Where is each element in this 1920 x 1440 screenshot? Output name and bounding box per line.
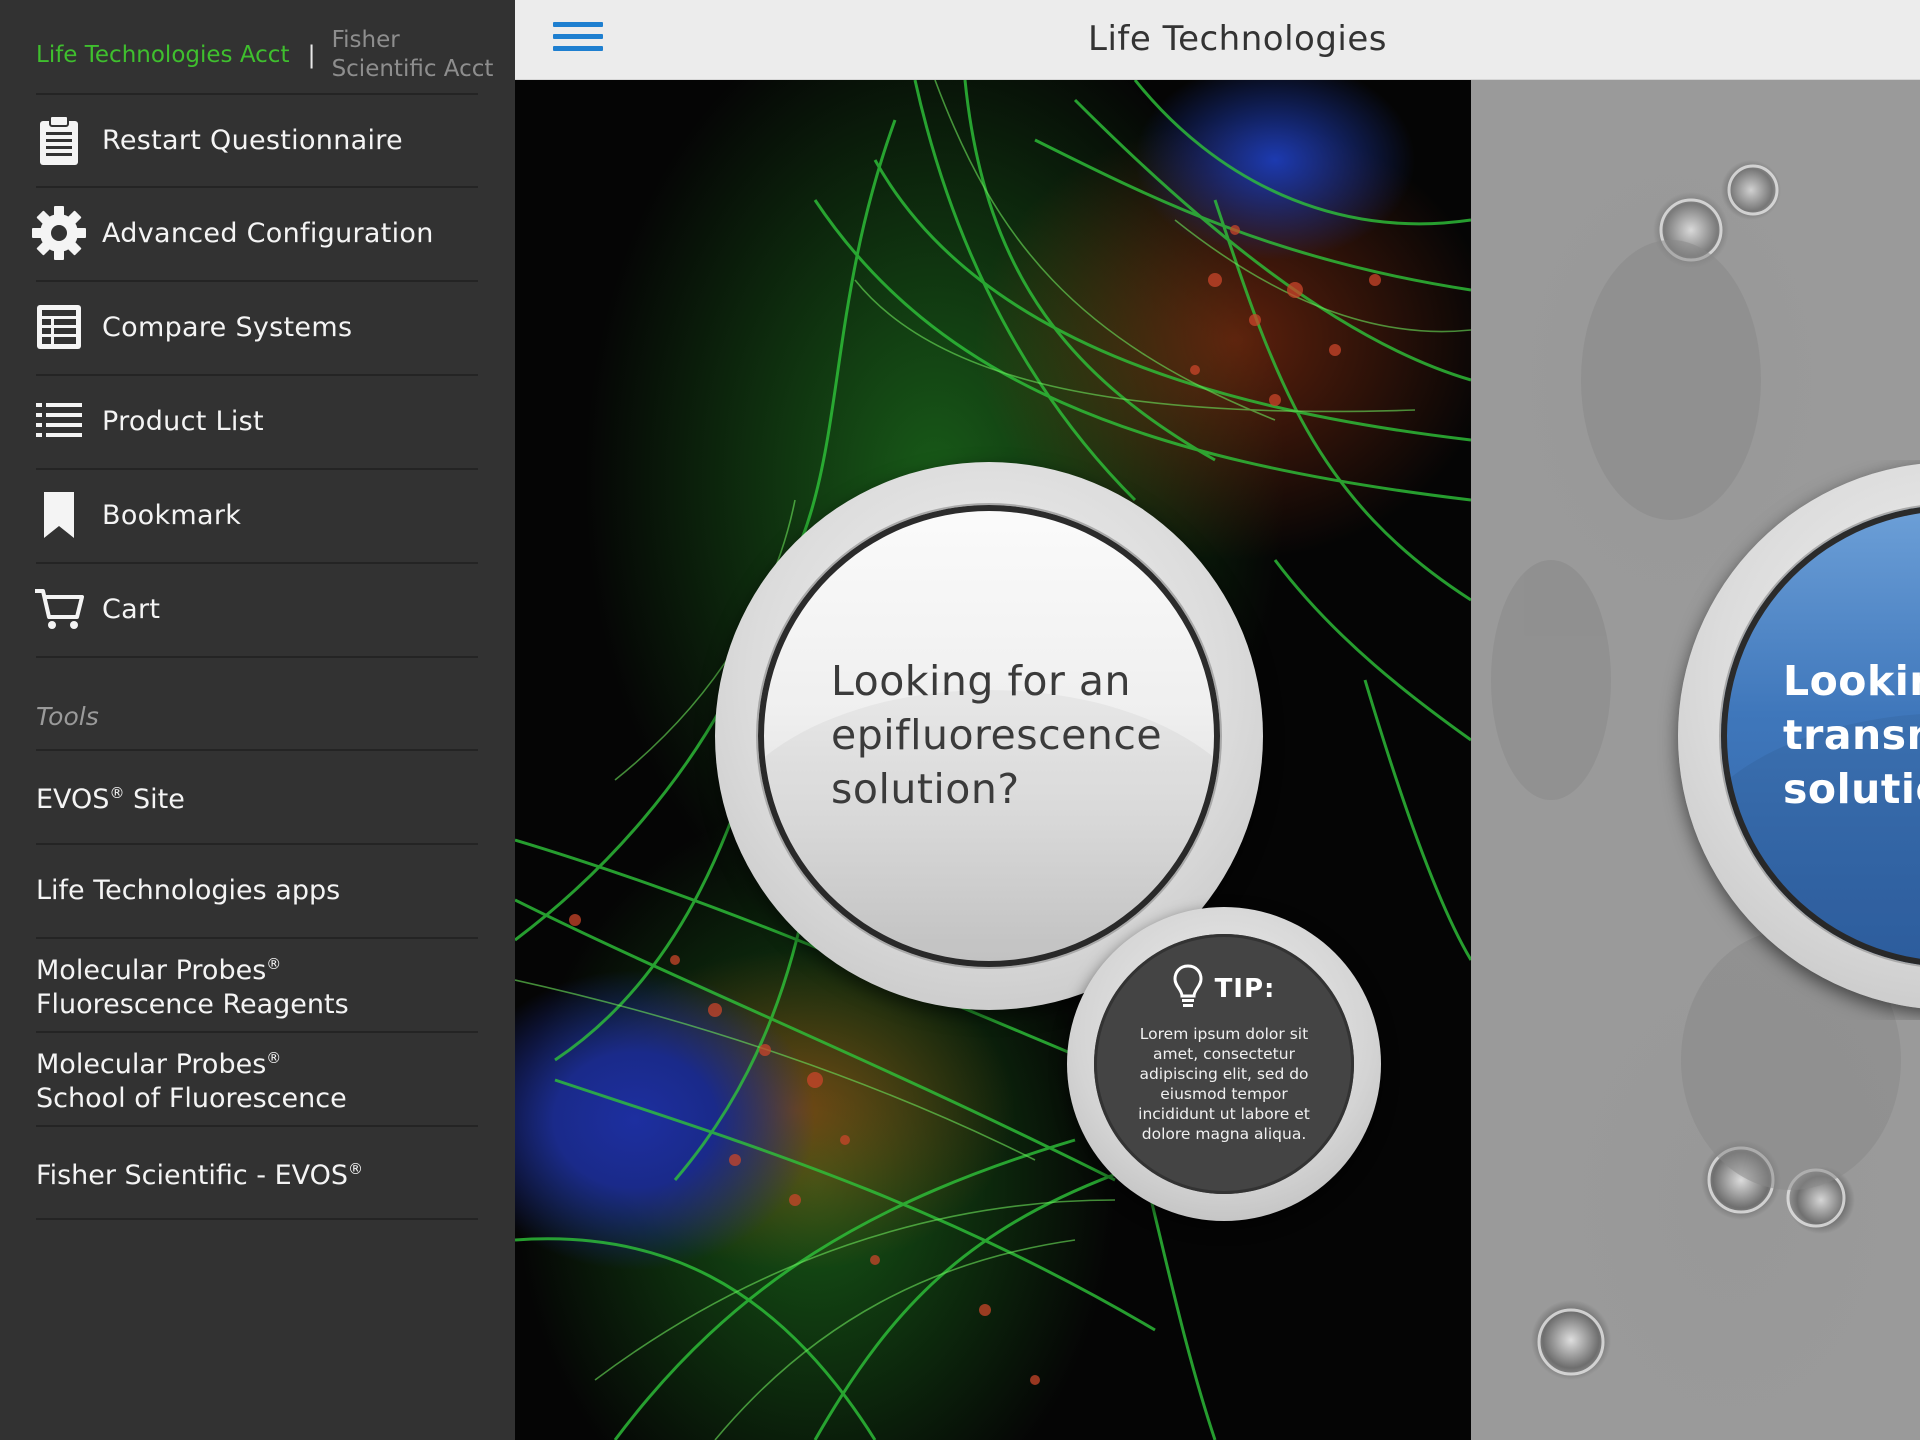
clipboard-icon <box>30 111 88 169</box>
tool-label-line2: School of Fluorescence <box>36 1083 347 1114</box>
tool-label-line1: Molecular Probes <box>36 1049 267 1080</box>
gear-icon <box>30 204 88 262</box>
tool-label-line1: Molecular Probes <box>36 955 267 986</box>
menu-item-advanced-configuration[interactable]: Advanced Configuration <box>30 187 478 279</box>
tool-label-suffix: Site <box>124 784 185 815</box>
table-icon <box>30 298 88 356</box>
tool-item-molecular-probes-reagents[interactable]: Molecular Probes® Fluorescence Reagents <box>36 938 478 1031</box>
top-bar: Life Technologies <box>515 0 1920 80</box>
tool-label: Life Technologies apps <box>36 874 341 906</box>
menu-label: Compare Systems <box>102 311 353 343</box>
question-line: epifluorescence <box>831 711 1163 759</box>
registered-mark: ® <box>266 1049 282 1067</box>
transmitted-question: Lookin transm solutio <box>1783 654 1920 816</box>
menu-item-cart[interactable]: Cart <box>30 563 478 655</box>
tool-item-molecular-probes-school[interactable]: Molecular Probes® School of Fluorescence <box>36 1032 478 1125</box>
registered-mark: ® <box>109 784 125 802</box>
menu-item-restart-questionnaire[interactable]: Restart Questionnaire <box>30 94 478 186</box>
sidebar: Life Technologies Acct | Fisher Scientif… <box>0 0 515 1440</box>
account-separator: | <box>307 41 316 69</box>
menu-item-bookmark[interactable]: Bookmark <box>30 469 478 561</box>
question-line: transm <box>1783 711 1920 759</box>
cart-icon <box>30 580 88 638</box>
transmitted-bubble[interactable]: Lookin transm solutio <box>1678 462 1920 1010</box>
registered-mark: ® <box>266 955 282 973</box>
menu-label: Product List <box>102 405 264 437</box>
bookmark-icon <box>30 486 88 544</box>
menu-label: Advanced Configuration <box>102 217 434 249</box>
tip-header: TIP: <box>1094 964 1354 1014</box>
tools-heading: Tools <box>36 702 99 731</box>
tool-item-fisher-scientific-evos[interactable]: Fisher Scientific - EVOS® <box>36 1126 478 1219</box>
tool-label: Fisher Scientific - EVOS <box>36 1160 349 1191</box>
tip-bubble[interactable]: TIP: Lorem ipsum dolor sit amet, consect… <box>1067 907 1381 1221</box>
registered-mark: ® <box>348 1160 364 1178</box>
account-fisher-scientific[interactable]: Fisher Scientific Acct <box>332 26 496 84</box>
tool-label-line2: Fluorescence Reagents <box>36 989 349 1020</box>
epifluorescence-question: Looking for an epifluorescence solution? <box>831 654 1191 816</box>
tip-title: TIP: <box>1214 974 1276 1004</box>
list-icon <box>30 392 88 450</box>
question-line: Looking for an <box>831 657 1131 705</box>
menu-label: Restart Questionnaire <box>102 124 403 156</box>
lightbulb-icon <box>1173 964 1203 1014</box>
tool-label: EVOS <box>36 784 110 815</box>
menu-item-product-list[interactable]: Product List <box>30 375 478 467</box>
tip-body: Lorem ipsum dolor sit amet, consectetur … <box>1138 1025 1310 1143</box>
question-line: solutio <box>1783 765 1920 813</box>
transmitted-bubble-clip: Lookin transm solutio <box>1600 460 1920 1020</box>
menu-label: Cart <box>102 593 161 625</box>
tip-bubble-face: TIP: Lorem ipsum dolor sit amet, consect… <box>1094 934 1354 1194</box>
question-line: solution? <box>831 765 1020 813</box>
app-title: Life Technologies <box>1088 19 1387 59</box>
question-line: Lookin <box>1783 657 1920 705</box>
divider <box>36 656 478 658</box>
account-life-technologies[interactable]: Life Technologies Acct <box>36 42 289 68</box>
divider <box>36 1218 478 1220</box>
menu-item-compare-systems[interactable]: Compare Systems <box>30 281 478 373</box>
tool-item-life-technologies-apps[interactable]: Life Technologies apps <box>36 844 478 937</box>
account-switcher: Life Technologies Acct | Fisher Scientif… <box>36 18 496 92</box>
menu-label: Bookmark <box>102 499 242 531</box>
tool-item-evos-site[interactable]: EVOS® Site <box>36 750 478 843</box>
